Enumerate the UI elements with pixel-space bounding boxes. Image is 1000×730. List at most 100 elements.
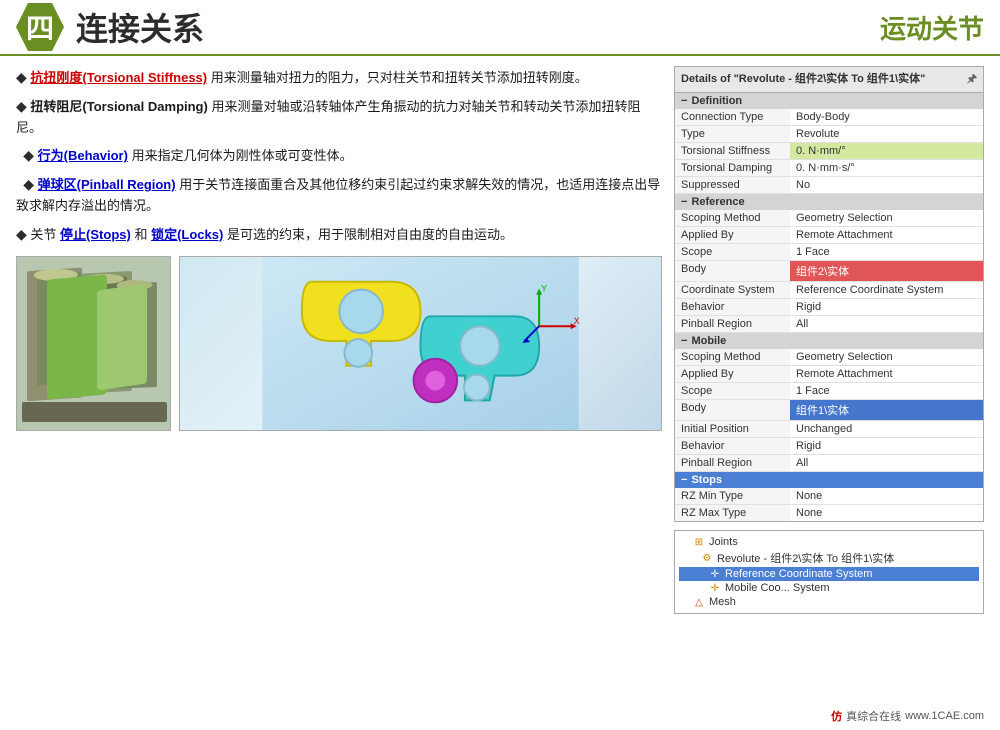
label-mob-applied-by: Applied By <box>675 366 790 382</box>
row-suppressed: Suppressed No <box>675 177 983 194</box>
value-ref-body: 组件2\实体 <box>790 261 983 281</box>
left-panel: ◆ 抗扭刚度(Torsional Stiffness) 用来测量轴对扭力的阻力，… <box>16 66 662 720</box>
row-ref-behavior: Behavior Rigid <box>675 299 983 316</box>
value-mob-pinball: All <box>790 455 983 471</box>
revolute-icon: ⚙ <box>701 552 713 564</box>
tree-label-ref-coord: Reference Coordinate System <box>725 568 872 580</box>
value-mob-behavior: Rigid <box>790 438 983 454</box>
row-connection-type: Connection Type Body-Body <box>675 109 983 126</box>
minus-icon-mobile: − <box>681 335 687 347</box>
highlight-stops: 停止(Stops) <box>60 227 131 242</box>
value-ref-behavior: Rigid <box>790 299 983 315</box>
label-mob-scoping-method: Scoping Method <box>675 349 790 365</box>
row-ref-applied-by: Applied By Remote Attachment <box>675 227 983 244</box>
label-rz-min-type: RZ Min Type <box>675 488 790 504</box>
page-header: 四 连接关系 运动关节 <box>0 0 1000 56</box>
section-mobile-label: Mobile <box>691 335 726 347</box>
pin-icon: 🖈 <box>967 70 977 89</box>
value-ref-coordinate-system: Reference Coordinate System <box>790 282 983 298</box>
value-suppressed: No <box>790 177 983 193</box>
diamond-2: ◆ <box>16 98 27 114</box>
paragraph-4: ◆ 弹球区(Pinball Region) 用于关节连接面重合及其他位移约束引起… <box>16 173 662 217</box>
svg-text:X: X <box>574 316 580 326</box>
value-mob-scope: 1 Face <box>790 383 983 399</box>
row-mob-scope: Scope 1 Face <box>675 383 983 400</box>
value-torsional-stiffness: 0. N·mm/° <box>790 143 983 159</box>
label-ref-coordinate-system: Coordinate System <box>675 282 790 298</box>
value-type: Revolute <box>790 126 983 142</box>
value-mob-applied-by: Remote Attachment <box>790 366 983 382</box>
text-p5-rest: 是可选的约束，用于限制相对自由度的自由运动。 <box>227 227 513 242</box>
value-rz-min-type: None <box>790 488 983 504</box>
row-torsional-damping: Torsional Damping 0. N·mm·s/° <box>675 160 983 177</box>
diamond-1: ◆ <box>16 69 27 85</box>
value-ref-scoping-method: Geometry Selection <box>790 210 983 226</box>
label-ref-pinball: Pinball Region <box>675 316 790 332</box>
tree-row-revolute: ⚙ Revolute - 组件2\实体 To 组件1\实体 <box>679 549 979 567</box>
value-mob-scoping-method: Geometry Selection <box>790 349 983 365</box>
section-definition-label: Definition <box>691 95 742 107</box>
section-mobile-header: − Mobile <box>675 333 983 349</box>
ref-coord-icon: ✛ <box>709 568 721 580</box>
diamond-5: ◆ <box>16 226 27 242</box>
label-torsional-damping: Torsional Damping <box>675 160 790 176</box>
row-ref-pinball: Pinball Region All <box>675 316 983 333</box>
image-3d-joint: Y X <box>179 256 662 431</box>
row-torsional-stiffness: Torsional Stiffness 0. N·mm/° <box>675 143 983 160</box>
row-mob-behavior: Behavior Rigid <box>675 438 983 455</box>
diamond-3: ◆ <box>23 147 34 163</box>
row-rz-max-type: RZ Max Type None <box>675 505 983 521</box>
diamond-4: ◆ <box>23 176 34 192</box>
label-mob-body: Body <box>675 400 790 420</box>
svg-text:Y: Y <box>541 283 547 293</box>
paragraph-2: ◆ 扭转阻尼(Torsional Damping) 用来测量对轴或沿转轴体产生角… <box>16 95 662 139</box>
value-connection-type: Body-Body <box>790 109 983 125</box>
paragraph-1: ◆ 抗扭刚度(Torsional Stiffness) 用来测量轴对扭力的阻力，… <box>16 66 662 89</box>
footer-logo: 仿 <box>831 708 842 724</box>
value-ref-scope: 1 Face <box>790 244 983 260</box>
label-torsional-stiffness: Torsional Stiffness <box>675 143 790 159</box>
right-panel: Details of "Revolute - 组件2\实体 To 组件1\实体"… <box>674 66 984 720</box>
section-reference-header: − Reference <box>675 194 983 210</box>
paragraph-5: ◆ 关节 停止(Stops) 和 锁定(Locks) 是可选的约束，用于限制相对… <box>16 223 662 246</box>
highlight-pinball: 弹球区(Pinball Region) <box>38 177 176 192</box>
highlight-torsional-stiffness: 抗扭刚度(Torsional Stiffness) <box>30 70 207 85</box>
image-metal-plates <box>16 256 171 431</box>
page-title: 连接关系 <box>76 4 880 50</box>
highlight-behavior: 行为(Behavior) <box>38 148 128 163</box>
footer-text: 真综合在线 <box>846 708 901 724</box>
label-ref-applied-by: Applied By <box>675 227 790 243</box>
mesh-icon: △ <box>693 596 705 608</box>
images-row: Y X <box>16 256 662 431</box>
label-ref-body: Body <box>675 261 790 281</box>
label-mob-behavior: Behavior <box>675 438 790 454</box>
tree-row-mesh: △ Mesh <box>679 595 979 609</box>
value-rz-max-type: None <box>790 505 983 521</box>
row-mob-initial-position: Initial Position Unchanged <box>675 421 983 438</box>
label-mob-initial-position: Initial Position <box>675 421 790 437</box>
label-connection-type: Connection Type <box>675 109 790 125</box>
tree-label-revolute: Revolute - 组件2\实体 To 组件1\实体 <box>717 550 894 566</box>
tree-panel: ⊞ Joints ⚙ Revolute - 组件2\实体 To 组件1\实体 ✛… <box>674 530 984 614</box>
section-definition-header: − Definition <box>675 93 983 109</box>
page-subtitle: 运动关节 <box>880 9 984 46</box>
text-p5-before: 关节 <box>30 227 56 242</box>
label-suppressed: Suppressed <box>675 177 790 193</box>
text-p3: 用来指定几何体为刚性体或可变性体。 <box>132 148 353 163</box>
value-ref-pinball: All <box>790 316 983 332</box>
tree-label-mesh: Mesh <box>709 596 736 608</box>
joint-shapes-svg: Y X <box>180 257 661 430</box>
section-stops-header: − Stops <box>675 472 983 488</box>
highlight-locks: 锁定(Locks) <box>151 227 223 242</box>
row-ref-coordinate-system: Coordinate System Reference Coordinate S… <box>675 282 983 299</box>
main-content: ◆ 抗扭刚度(Torsional Stiffness) 用来测量轴对扭力的阻力，… <box>0 56 1000 730</box>
value-ref-applied-by: Remote Attachment <box>790 227 983 243</box>
label-rz-max-type: RZ Max Type <box>675 505 790 521</box>
label-mob-pinball: Pinball Region <box>675 455 790 471</box>
tree-row-ref-coord[interactable]: ✛ Reference Coordinate System <box>679 567 979 581</box>
metal-plates-svg <box>17 257 171 431</box>
minus-icon-definition: − <box>681 95 687 107</box>
tree-row-joints: ⊞ Joints <box>679 535 979 549</box>
label-ref-scope: Scope <box>675 244 790 260</box>
value-mob-initial-position: Unchanged <box>790 421 983 437</box>
